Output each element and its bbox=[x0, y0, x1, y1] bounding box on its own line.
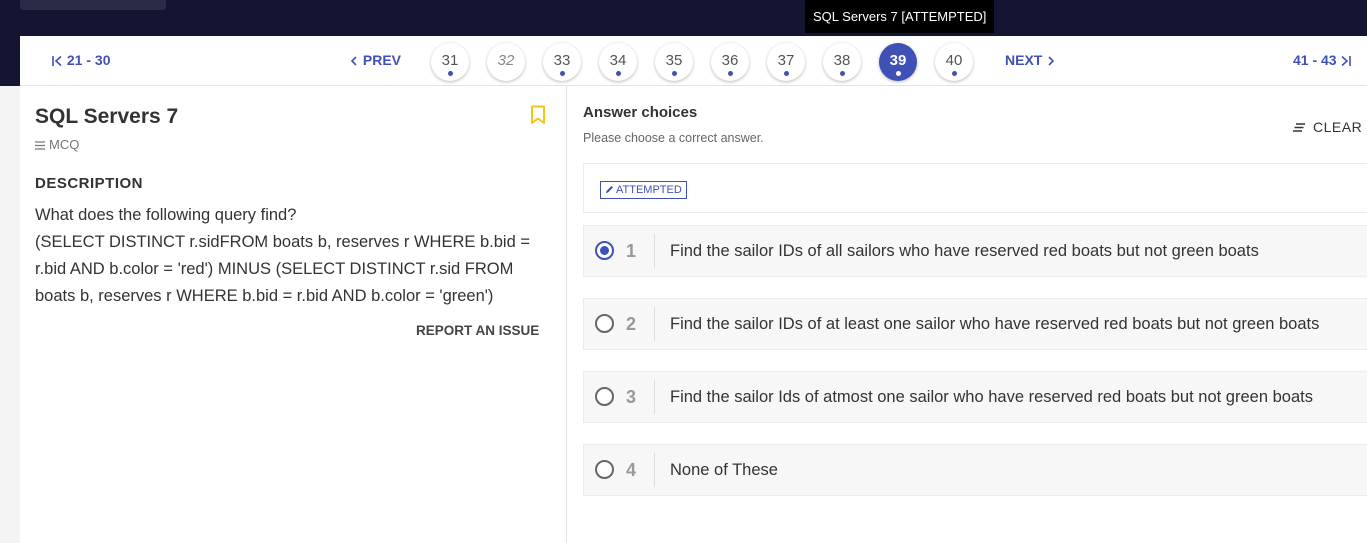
next-range-label: 41 - 43 bbox=[1293, 52, 1337, 68]
description-label: DESCRIPTION bbox=[35, 175, 144, 192]
answer-choice-1[interactable]: 1 Find the sailor IDs of all sailors who… bbox=[583, 225, 1367, 277]
question-title: SQL Servers 7 bbox=[35, 105, 179, 128]
choice-divider bbox=[654, 380, 655, 414]
question-panel: SQL Servers 7 MCQ DESCRIPTION What does … bbox=[20, 86, 567, 543]
attempted-dot bbox=[896, 71, 901, 76]
choice-number: 3 bbox=[626, 387, 637, 407]
radio-button[interactable] bbox=[595, 314, 614, 333]
clear-icon bbox=[1293, 123, 1305, 133]
attempted-dot bbox=[784, 71, 789, 76]
choice-text: Find the sailor IDs of all sailors who h… bbox=[670, 242, 1259, 260]
top-tab[interactable] bbox=[20, 0, 166, 10]
choice-divider bbox=[654, 234, 655, 268]
description-line: r.bid AND b.color = 'red') MINUS (SELECT… bbox=[35, 260, 514, 278]
attempted-dot bbox=[728, 71, 733, 76]
question-number-32[interactable]: 32 bbox=[487, 43, 525, 81]
next-label: NEXT bbox=[1005, 52, 1043, 68]
question-type: MCQ bbox=[35, 137, 79, 152]
choice-text: None of These bbox=[670, 461, 778, 479]
choice-number: 2 bbox=[626, 314, 637, 334]
description-line: What does the following query find? bbox=[35, 206, 297, 224]
choice-number: 1 bbox=[626, 241, 637, 261]
description-text: What does the following query find? (SEL… bbox=[35, 202, 535, 310]
next-range-link[interactable]: 41 - 43 bbox=[1293, 36, 1352, 85]
chevron-left-icon bbox=[350, 56, 357, 66]
attempted-dot bbox=[560, 71, 565, 76]
question-number-40[interactable]: 40 bbox=[935, 43, 973, 81]
status-label: ATTEMPTED bbox=[616, 184, 682, 196]
question-type-label: MCQ bbox=[49, 137, 80, 152]
first-page-icon bbox=[52, 56, 62, 67]
pencil-icon bbox=[606, 186, 613, 193]
answer-choice-4[interactable]: 4 None of These bbox=[583, 444, 1367, 496]
prev-range-label: 21 - 30 bbox=[66, 52, 111, 68]
answer-choice-2[interactable]: 2 Find the sailor IDs of at least one sa… bbox=[583, 298, 1367, 350]
bookmark-icon bbox=[531, 105, 545, 124]
answer-panel: Answer choices Please choose a correct a… bbox=[567, 86, 1367, 543]
attempted-dot bbox=[616, 71, 621, 76]
prev-range-link[interactable]: 21 - 30 bbox=[51, 36, 110, 85]
attempt-status-box: ATTEMPTED bbox=[583, 163, 1367, 213]
clear-button[interactable]: CLEAR bbox=[1293, 119, 1362, 135]
question-number-34[interactable]: 34 bbox=[599, 43, 637, 81]
description-line: (SELECT DISTINCT r.sidFROM boats b, rese… bbox=[35, 233, 530, 251]
bookmark-button[interactable] bbox=[530, 105, 546, 130]
attempted-dot bbox=[952, 71, 957, 76]
question-number-33[interactable]: 33 bbox=[543, 43, 581, 81]
prev-button[interactable]: PREV bbox=[349, 36, 401, 85]
question-number-35[interactable]: 35 bbox=[655, 43, 693, 81]
attempted-dot bbox=[840, 71, 845, 76]
last-page-icon bbox=[1341, 56, 1352, 67]
report-issue-link[interactable]: REPORT AN ISSUE bbox=[416, 323, 539, 338]
question-number-39-current[interactable]: 39 bbox=[879, 43, 917, 81]
clear-label: CLEAR bbox=[1313, 119, 1363, 135]
attempted-dot bbox=[448, 71, 453, 76]
status-badge: ATTEMPTED bbox=[600, 181, 687, 199]
chevron-right-icon bbox=[1048, 56, 1055, 66]
answer-choices-subtitle: Please choose a correct answer. bbox=[583, 131, 764, 145]
description-line: boats b, reserves r WHERE b.bid = r.bid … bbox=[35, 287, 494, 305]
radio-button[interactable] bbox=[595, 460, 614, 479]
question-number-37[interactable]: 37 bbox=[767, 43, 805, 81]
radio-button[interactable] bbox=[595, 387, 614, 406]
choice-number: 4 bbox=[626, 460, 637, 480]
question-number-31[interactable]: 31 bbox=[431, 43, 469, 81]
radio-button-selected[interactable] bbox=[595, 241, 614, 260]
next-button[interactable]: NEXT bbox=[1005, 36, 1056, 85]
answer-choices-title: Answer choices bbox=[583, 104, 698, 121]
attempted-dot bbox=[672, 71, 677, 76]
prev-label: PREV bbox=[362, 52, 402, 68]
question-number-38[interactable]: 38 bbox=[823, 43, 861, 81]
choice-text: Find the sailor IDs of at least one sail… bbox=[670, 315, 1320, 333]
answer-choice-3[interactable]: 3 Find the sailor Ids of atmost one sail… bbox=[583, 371, 1367, 423]
choice-divider bbox=[654, 307, 655, 341]
tooltip: SQL Servers 7 [ATTEMPTED] bbox=[805, 0, 995, 33]
question-number-36[interactable]: 36 bbox=[711, 43, 749, 81]
choice-divider bbox=[654, 453, 655, 487]
list-icon bbox=[35, 141, 45, 150]
question-navigation-bar: 21 - 30 PREV 31 32 33 34 35 36 37 38 39 … bbox=[20, 36, 1367, 86]
choice-text: Find the sailor Ids of atmost one sailor… bbox=[670, 388, 1313, 406]
